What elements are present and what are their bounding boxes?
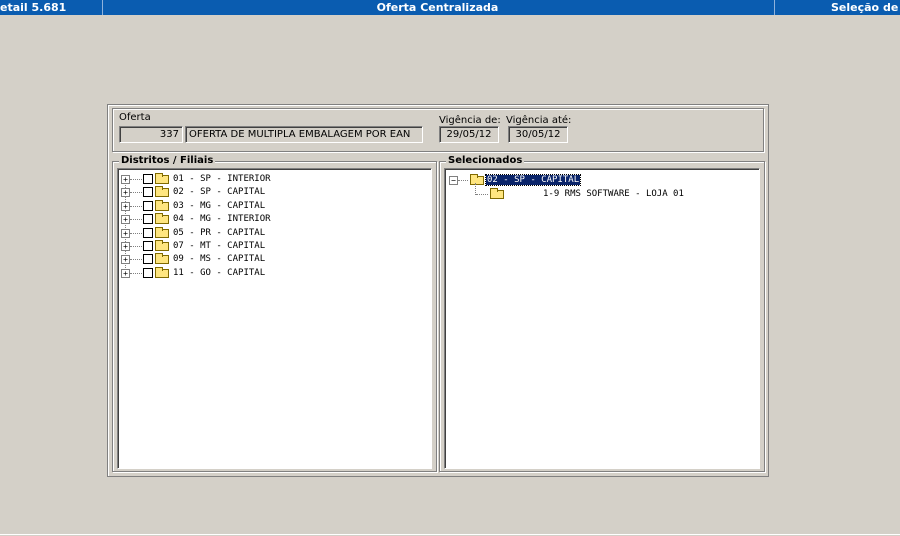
tree-connector: [476, 194, 488, 195]
app-titlebar: etail 5.681 Oferta Centralizada Seleção …: [0, 0, 900, 15]
tree-connector: [130, 179, 142, 180]
distrito-label[interactable]: 01 - SP - INTERIOR: [173, 173, 271, 186]
checkbox-icon[interactable]: [143, 214, 153, 225]
folder-icon: [155, 253, 169, 265]
distrito-row[interactable]: +07 - MT - CAPITAL: [118, 240, 431, 253]
selecionados-group: Selecionados − 02 - SP - CAPITAL 1-9 RMS…: [439, 155, 765, 472]
titlebar-app-version: etail 5.681: [0, 0, 103, 15]
checkbox-icon[interactable]: [143, 227, 153, 238]
expand-icon[interactable]: +: [121, 215, 130, 225]
distrito-label[interactable]: 02 - SP - CAPITAL: [173, 186, 265, 199]
selecionados-tree[interactable]: − 02 - SP - CAPITAL 1-9 RMS SOFTWARE - L…: [444, 168, 760, 469]
titlebar-screen-title: Oferta Centralizada: [376, 1, 499, 14]
folder-icon: [155, 226, 169, 238]
tree-connector: [130, 232, 142, 234]
expand-icon[interactable]: +: [121, 228, 130, 238]
distrito-row[interactable]: +05 - PR - CAPITAL: [118, 226, 431, 240]
oferta-code-field[interactable]: 337: [119, 126, 183, 143]
distrito-label[interactable]: 07 - MT - CAPITAL: [173, 240, 265, 253]
collapse-icon[interactable]: −: [449, 176, 458, 185]
tree-connector: [130, 246, 142, 247]
selecionados-title: Selecionados: [446, 155, 525, 167]
tree-row-selected-child[interactable]: 1-9 RMS SOFTWARE - LOJA 01: [445, 188, 759, 201]
selected-child-label[interactable]: 1-9 RMS SOFTWARE - LOJA 01: [543, 188, 684, 201]
distrito-row[interactable]: +03 - MG - CAPITAL: [118, 199, 431, 213]
checkbox-icon[interactable]: [143, 267, 153, 278]
expand-icon[interactable]: +: [121, 201, 130, 211]
tree-row-selected-root[interactable]: − 02 - SP - CAPITAL: [445, 174, 759, 187]
folder-icon: [155, 266, 169, 278]
vigencia-de-label: Vigência de:: [439, 115, 501, 126]
oferta-group: Oferta 337 OFERTA DE MULTIPLA EMBALAGEM …: [112, 108, 764, 152]
distrito-label[interactable]: 05 - PR - CAPITAL: [173, 227, 265, 240]
tree-connector: [130, 205, 142, 207]
vigencia-ate-field[interactable]: 30/05/12: [508, 126, 568, 143]
tree-connector: [130, 219, 142, 221]
folder-icon: [155, 173, 169, 184]
distrito-label[interactable]: 04 - MG - INTERIOR: [173, 213, 271, 226]
folder-icon: [155, 199, 169, 211]
checkbox-icon[interactable]: [143, 187, 153, 198]
expand-icon[interactable]: +: [121, 268, 130, 278]
folder-icon: [470, 174, 484, 185]
distrito-row[interactable]: +11 - GO - CAPITAL: [118, 266, 431, 280]
distritos-tree[interactable]: +01 - SP - INTERIOR +02 - SP - CAPITAL +03…: [117, 168, 432, 469]
oferta-label: Oferta: [119, 112, 151, 123]
distrito-row[interactable]: +02 - SP - CAPITAL: [118, 186, 431, 199]
checkbox-icon[interactable]: [143, 254, 153, 265]
selected-root-label[interactable]: 02 - SP - CAPITAL: [484, 174, 582, 187]
status-divider: [0, 534, 900, 535]
expand-icon[interactable]: +: [121, 242, 130, 251]
distrito-label[interactable]: 03 - MG - CAPITAL: [173, 200, 265, 213]
distritos-group: Distritos / Filiais +01 - SP - INTERIOR +…: [112, 155, 437, 472]
expand-icon[interactable]: +: [121, 175, 130, 184]
distrito-row[interactable]: +04 - MG - INTERIOR: [118, 213, 431, 226]
oferta-panel: Oferta 337 OFERTA DE MULTIPLA EMBALAGEM …: [107, 104, 769, 477]
distrito-label[interactable]: 11 - GO - CAPITAL: [173, 267, 265, 280]
folder-icon: [490, 188, 504, 199]
tree-connector: [130, 272, 142, 274]
checkbox-icon[interactable]: [143, 200, 153, 211]
selected-root-text[interactable]: 02 - SP - CAPITAL: [484, 174, 582, 186]
distrito-label[interactable]: 09 - MS - CAPITAL: [173, 253, 265, 266]
vigencia-ate-label: Vigência até:: [506, 115, 572, 126]
folder-icon: [155, 213, 169, 225]
distritos-title: Distritos / Filiais: [119, 155, 216, 167]
folder-icon: [155, 240, 169, 251]
tree-connector: [458, 180, 468, 181]
vigencia-de-field[interactable]: 29/05/12: [439, 126, 499, 143]
expand-icon[interactable]: +: [121, 255, 130, 265]
distrito-row[interactable]: +09 - MS - CAPITAL: [118, 253, 431, 266]
tree-connector: [130, 192, 142, 194]
checkbox-icon[interactable]: [143, 174, 153, 184]
folder-icon: [155, 186, 169, 198]
titlebar-right-tab[interactable]: Seleção de F: [774, 0, 900, 15]
expand-icon[interactable]: +: [121, 188, 130, 198]
tree-connector: [130, 259, 142, 261]
distrito-row[interactable]: +01 - SP - INTERIOR: [118, 173, 431, 186]
oferta-description-field[interactable]: OFERTA DE MULTIPLA EMBALAGEM POR EAN: [185, 126, 423, 143]
checkbox-icon[interactable]: [143, 241, 153, 251]
